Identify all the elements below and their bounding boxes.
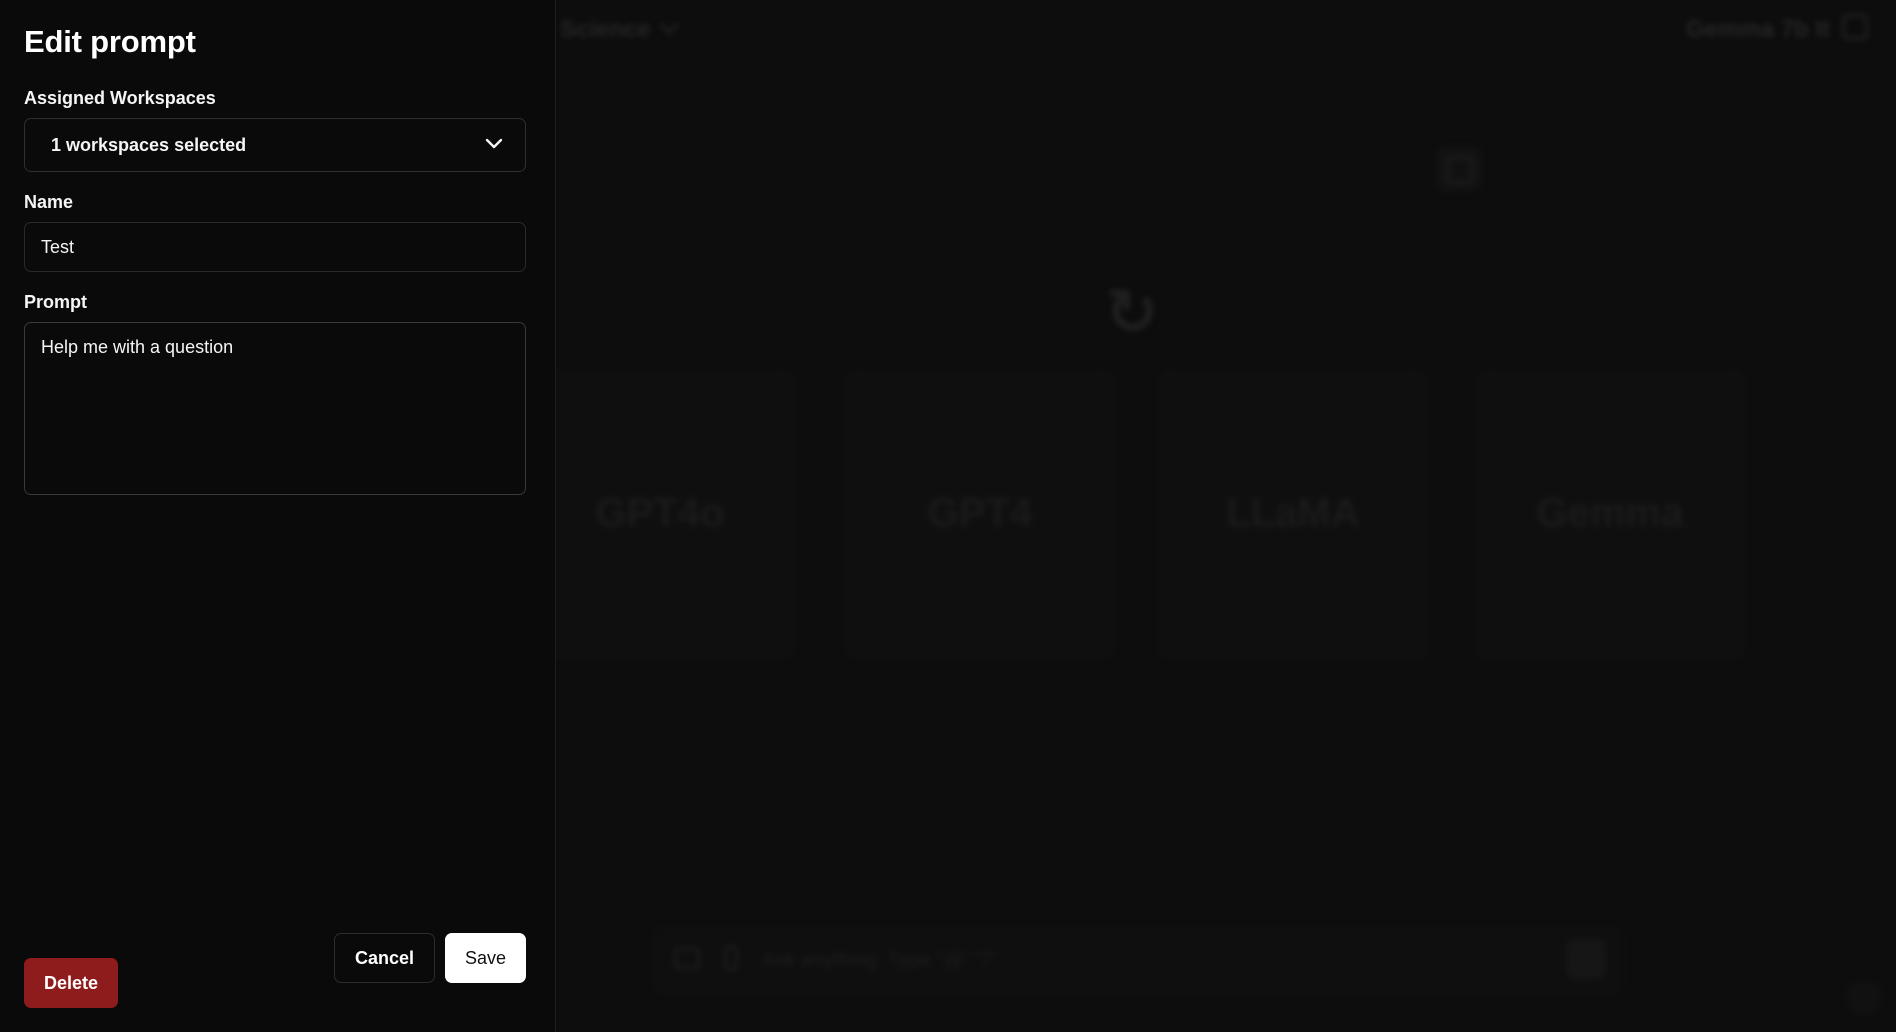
prompt-textarea[interactable]: Help me with a question (24, 322, 526, 495)
new-chat-icon (1436, 146, 1482, 192)
model-card: GPT4 (845, 370, 1115, 660)
cancel-button[interactable]: Cancel (334, 933, 435, 983)
attach-file-icon (674, 947, 700, 969)
chevron-down-icon (485, 138, 503, 149)
model-card-label: GPT4 (927, 491, 1033, 535)
help-icon (1846, 980, 1882, 1016)
name-label: Name (24, 192, 74, 212)
settings-icon (1842, 14, 1868, 40)
edit-prompt-panel: Edit prompt Assigned Workspaces 1 worksp… (0, 0, 556, 1032)
panel-title: Edit prompt (24, 24, 196, 59)
workspace-name: Science (560, 16, 651, 43)
model-card: Gemma (1475, 370, 1745, 660)
workspaces-select-value: 1 workspaces selected (51, 135, 247, 155)
prompt-label: Prompt (24, 292, 87, 312)
chat-input-placeholder: Ask anything. Type "@" "/" (762, 949, 996, 971)
chevron-down-icon (659, 15, 679, 35)
model-card: LLaMA (1158, 370, 1428, 660)
workspaces-select[interactable]: 1 workspaces selected (24, 118, 526, 172)
model-card: GPT4o (525, 370, 795, 660)
send-icon (1566, 939, 1606, 979)
microphone-icon (724, 945, 738, 971)
chat-input-bar: Ask anything. Type "@" "/" (652, 925, 1624, 997)
model-selector: Gemma 7b It (1686, 16, 1831, 43)
app-logo: ↻ (1105, 276, 1159, 348)
name-input[interactable] (24, 222, 526, 272)
save-button[interactable]: Save (445, 933, 526, 983)
delete-button[interactable]: Delete (24, 958, 118, 1008)
model-card-label: LLaMA (1226, 491, 1360, 535)
workspaces-label: Assigned Workspaces (24, 88, 216, 108)
model-card-label: GPT4o (595, 491, 725, 535)
model-card-label: Gemma (1536, 491, 1684, 535)
